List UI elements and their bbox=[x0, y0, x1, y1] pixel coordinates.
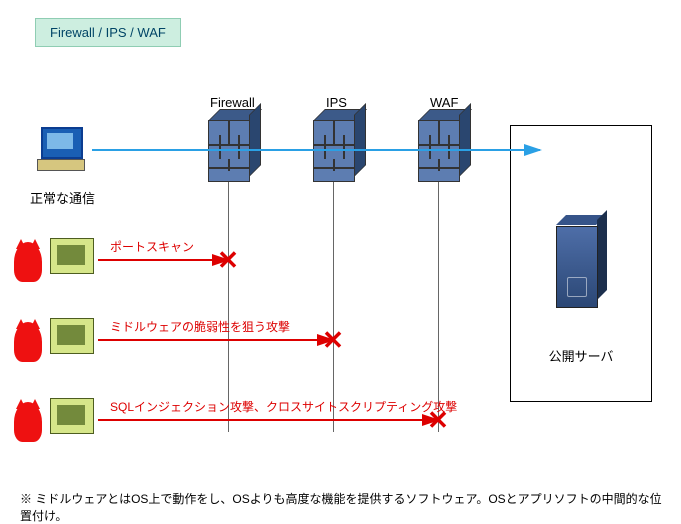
attack1-label: ポートスキャン bbox=[110, 238, 194, 255]
attacker-1-icon bbox=[18, 232, 98, 292]
arrows-layer bbox=[10, 10, 670, 510]
attack2-block-mark: ✕ bbox=[322, 327, 344, 353]
attacker-2-icon bbox=[18, 312, 98, 372]
attack3-label: SQLインジェクション攻撃、クロスサイトスクリプティング攻撃 bbox=[110, 398, 457, 415]
attack3-block-mark: ✕ bbox=[427, 407, 449, 433]
footnote: ※ ミドルウェアとはOS上で動作をし、OSよりも高度な機能を提供するソフトウェア… bbox=[20, 490, 670, 524]
attack1-block-mark: ✕ bbox=[217, 247, 239, 273]
diagram-stage: Firewall / IPS / WAF Firewall IPS WAF 正常… bbox=[10, 10, 670, 510]
attack2-label: ミドルウェアの脆弱性を狙う攻撃 bbox=[110, 318, 290, 335]
attacker-3-icon bbox=[18, 392, 98, 452]
